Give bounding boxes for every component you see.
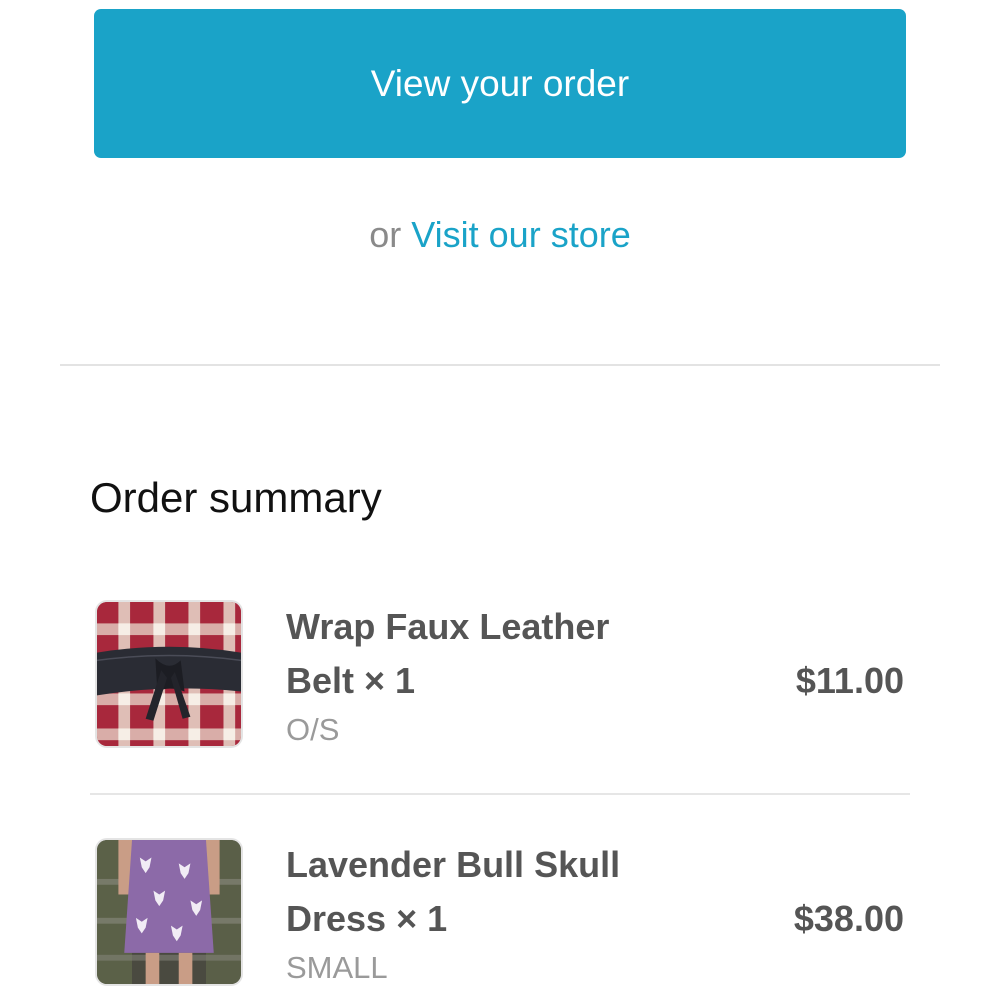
item-variant: O/S: [286, 712, 340, 747]
visit-store-link[interactable]: Visit our store: [411, 214, 630, 255]
view-order-button[interactable]: View your order: [94, 9, 906, 158]
section-divider: [60, 364, 940, 366]
item-divider: [90, 793, 910, 795]
or-text: or: [369, 214, 402, 255]
item-price: $38.00: [793, 898, 904, 939]
item-name-line1: Lavender Bull Skull: [286, 844, 621, 885]
item-name-line1: Wrap Faux Leather: [286, 606, 610, 647]
item-name-line2: Dress × 1: [286, 898, 448, 939]
item-variant: SMALL: [286, 950, 388, 985]
view-order-label: View your order: [370, 62, 630, 104]
item-name: Lavender Bull Skull Dress × 1: [286, 838, 706, 946]
dress-product-image: [95, 838, 243, 986]
item-name: Wrap Faux Leather Belt × 1: [286, 600, 706, 708]
item-price: $11.00: [795, 660, 904, 701]
order-confirmation-page: View your order or Visit our store Order…: [0, 0, 1000, 1000]
order-summary-title: Order summary: [90, 474, 382, 521]
visit-store-line: or Visit our store: [0, 213, 1000, 257]
belt-product-image: [95, 600, 243, 748]
item-name-line2: Belt × 1: [286, 660, 416, 701]
